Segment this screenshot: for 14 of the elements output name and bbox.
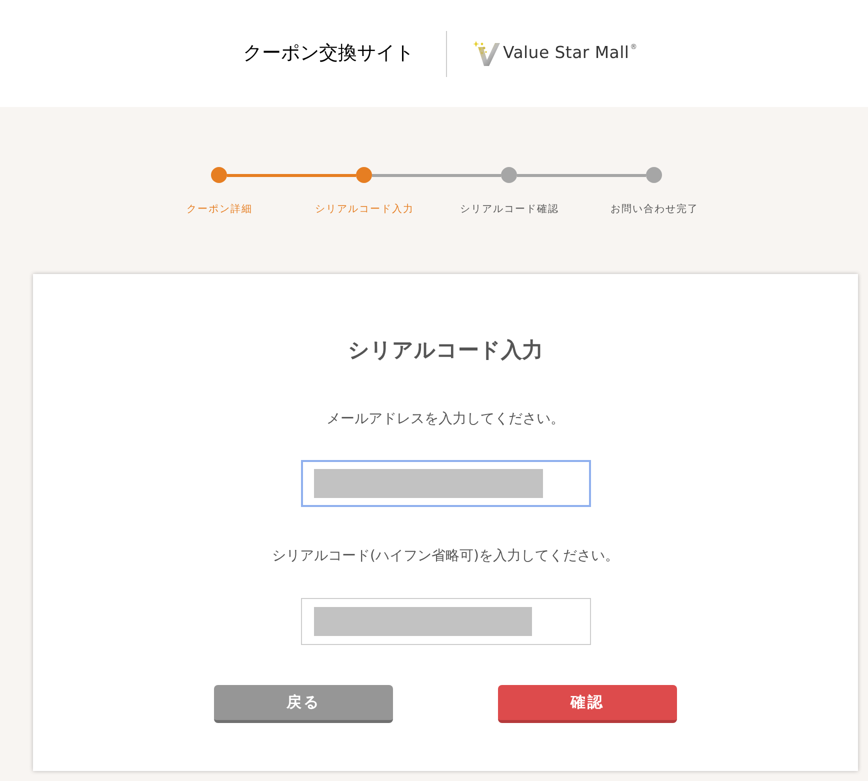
- step-label: シリアルコード入力: [315, 203, 414, 217]
- input-field[interactable]: [300, 598, 590, 645]
- input-field[interactable]: [300, 460, 590, 507]
- confirm-button[interactable]: 確認: [498, 685, 677, 723]
- step-label: お問い合わせ完了: [610, 203, 698, 217]
- step-label: クーポン詳細: [186, 203, 252, 217]
- back-button[interactable]: 戻る: [214, 685, 393, 723]
- step-label: シリアルコード確認: [460, 203, 559, 217]
- logo-text: Value Star Mall: [503, 45, 630, 62]
- form-title: シリアルコード入力: [348, 338, 543, 362]
- field-instruction: シリアルコード(ハイフン省略可)を入力してください。: [272, 547, 619, 566]
- site-title: クーポン交換サイト: [243, 44, 413, 63]
- field-instruction: メールアドレスを入力してください。: [326, 410, 564, 429]
- v-logo-icon: [473, 40, 501, 68]
